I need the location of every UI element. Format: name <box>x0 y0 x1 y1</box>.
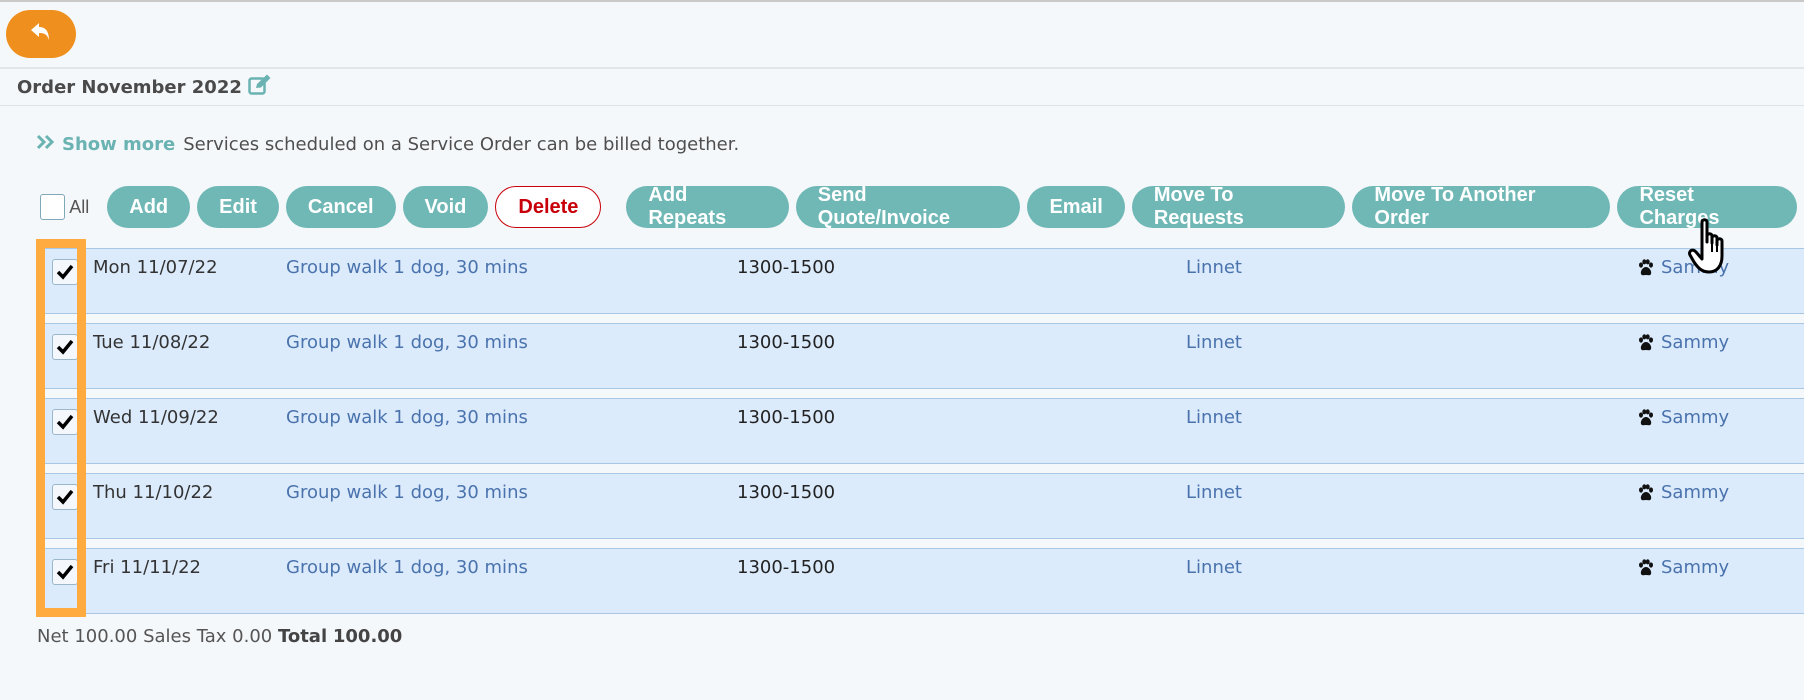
send-quote-invoice-button[interactable]: Send Quote/Invoice <box>795 184 1021 229</box>
service-row[interactable]: Wed 11/09/22 Group walk 1 dog, 30 mins 1… <box>37 398 1804 464</box>
pet-name: Sammy <box>1661 257 1730 278</box>
row-checkbox[interactable] <box>52 484 78 510</box>
service-date: Thu 11/10/22 <box>93 482 214 503</box>
total-value: 100.00 <box>332 626 403 647</box>
service-time: 1300-1500 <box>737 257 836 278</box>
service-name-link[interactable]: Group walk 1 dog, 30 mins <box>286 257 528 278</box>
checkmark-icon <box>56 489 74 505</box>
page-title: Order November 2022 <box>17 77 242 98</box>
service-row[interactable]: Tue 11/08/22 Group walk 1 dog, 30 mins 1… <box>37 323 1804 389</box>
service-list: Mon 11/07/22 Group walk 1 dog, 30 mins 1… <box>37 248 1804 623</box>
pet-name: Sammy <box>1661 407 1730 428</box>
back-button[interactable] <box>6 10 76 58</box>
service-time: 1300-1500 <box>737 407 836 428</box>
service-date: Wed 11/09/22 <box>93 407 219 428</box>
pet-name: Sammy <box>1661 482 1730 503</box>
paw-icon <box>1639 258 1653 275</box>
service-name-link[interactable]: Group walk 1 dog, 30 mins <box>286 482 528 503</box>
double-chevron-right-icon <box>36 134 56 155</box>
service-date: Mon 11/07/22 <box>93 257 218 278</box>
service-name-link[interactable]: Group walk 1 dog, 30 mins <box>286 332 528 353</box>
action-toolbar: All Add Edit Cancel Void Delete Add Repe… <box>40 184 1804 229</box>
staff-link[interactable]: Linnet <box>1186 332 1242 353</box>
info-bar: Show more Services scheduled on a Servic… <box>36 134 739 155</box>
checkmark-icon <box>56 414 74 430</box>
service-name-link[interactable]: Group walk 1 dog, 30 mins <box>286 557 528 578</box>
divider <box>0 67 1804 69</box>
paw-icon <box>1639 483 1653 500</box>
checkmark-icon <box>56 264 74 280</box>
reset-charges-button[interactable]: Reset Charges <box>1617 184 1797 229</box>
email-button[interactable]: Email <box>1027 186 1125 228</box>
total-label: Total <box>277 626 328 647</box>
move-to-requests-button[interactable]: Move To Requests <box>1131 184 1346 229</box>
net-label: Net <box>37 626 69 647</box>
order-title: Order November 2022 <box>17 74 272 101</box>
row-checkbox[interactable] <box>52 559 78 585</box>
service-row[interactable]: Thu 11/10/22 Group walk 1 dog, 30 mins 1… <box>37 473 1804 539</box>
row-checkbox[interactable] <box>52 259 78 285</box>
paw-icon <box>1639 333 1653 350</box>
pet-link[interactable]: Sammy <box>1637 407 1729 428</box>
service-row[interactable]: Fri 11/11/22 Group walk 1 dog, 30 mins 1… <box>37 548 1804 614</box>
service-row[interactable]: Mon 11/07/22 Group walk 1 dog, 30 mins 1… <box>37 248 1804 314</box>
checkmark-icon <box>56 339 74 355</box>
move-to-another-order-button[interactable]: Move To Another Order <box>1352 184 1611 229</box>
order-totals: Net 100.00 Sales Tax 0.00 Total 100.00 <box>37 626 402 647</box>
reply-arrow-icon <box>30 22 52 46</box>
service-name-link[interactable]: Group walk 1 dog, 30 mins <box>286 407 528 428</box>
staff-link[interactable]: Linnet <box>1186 482 1242 503</box>
row-checkbox[interactable] <box>52 334 78 360</box>
cancel-button[interactable]: Cancel <box>285 186 396 228</box>
edit-button[interactable]: Edit <box>197 186 279 228</box>
service-time: 1300-1500 <box>737 332 836 353</box>
info-description: Services scheduled on a Service Order ca… <box>183 134 740 155</box>
paw-icon <box>1639 408 1653 425</box>
service-date: Tue 11/08/22 <box>93 332 211 353</box>
staff-link[interactable]: Linnet <box>1186 557 1242 578</box>
service-time: 1300-1500 <box>737 557 836 578</box>
staff-link[interactable]: Linnet <box>1186 407 1242 428</box>
select-all-checkbox[interactable] <box>40 194 66 220</box>
add-repeats-button[interactable]: Add Repeats <box>626 184 789 229</box>
service-date: Fri 11/11/22 <box>93 557 202 578</box>
void-button[interactable]: Void <box>402 186 489 228</box>
pet-name: Sammy <box>1661 332 1730 353</box>
paw-icon <box>1639 558 1653 575</box>
pet-link[interactable]: Sammy <box>1637 482 1729 503</box>
service-time: 1300-1500 <box>737 482 836 503</box>
pet-link[interactable]: Sammy <box>1637 557 1729 578</box>
show-more-label: Show more <box>62 134 176 155</box>
divider <box>0 105 1804 106</box>
pet-name: Sammy <box>1661 557 1730 578</box>
show-more-toggle[interactable]: Show more <box>36 134 175 155</box>
top-border <box>0 0 1804 2</box>
row-checkbox[interactable] <box>52 409 78 435</box>
pet-link[interactable]: Sammy <box>1637 332 1729 353</box>
edit-square-icon[interactable] <box>248 74 272 101</box>
tax-value: 0.00 <box>232 626 273 647</box>
net-value: 100.00 <box>74 626 138 647</box>
staff-link[interactable]: Linnet <box>1186 257 1242 278</box>
tax-label: Sales Tax <box>143 626 227 647</box>
delete-button[interactable]: Delete <box>495 186 602 228</box>
add-button[interactable]: Add <box>107 186 191 228</box>
pet-link[interactable]: Sammy <box>1637 257 1729 278</box>
checkmark-icon <box>56 564 74 580</box>
select-all-label: All <box>69 196 90 217</box>
